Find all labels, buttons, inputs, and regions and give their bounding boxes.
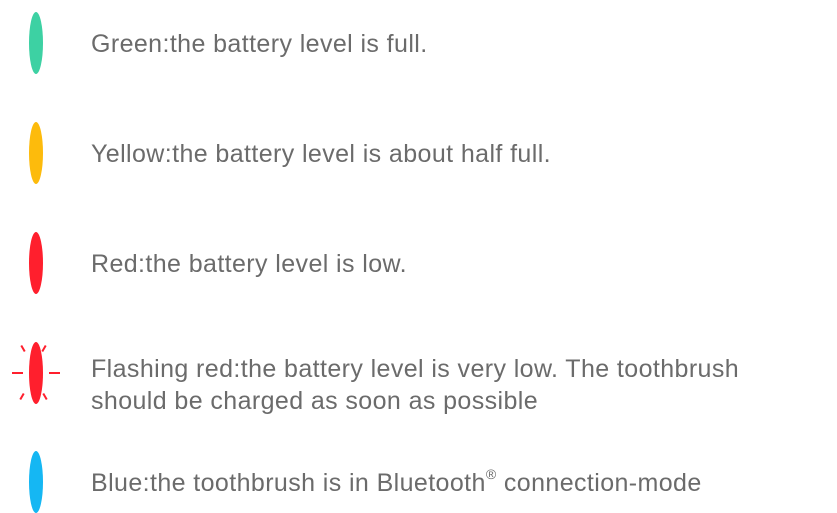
legend-item-label-text-end: connection-mode (496, 469, 702, 497)
legend-item-label-text: Blue:the toothbrush is in Bluetooth (91, 469, 486, 497)
green-led-icon (29, 12, 43, 74)
blue-led-icon (29, 451, 43, 513)
legend-item-label: Yellow:the battery level is about half f… (91, 140, 551, 168)
legend-item-label: Blue:the toothbrush is in Bluetooth® con… (91, 467, 702, 499)
yellow-led-icon (29, 122, 43, 184)
legend-item-label-line2: should be charged as soon as possible (91, 387, 539, 415)
legend-item-label: Green:the battery level is full. (91, 30, 428, 58)
registered-mark: ® (485, 465, 497, 482)
legend-item-label-line1: Flashing red:the battery level is very l… (91, 355, 740, 383)
battery-indicator-legend: Green:the battery level is full. Yellow:… (0, 0, 837, 513)
red-led-icon (29, 232, 43, 294)
legend-item-label: Red:the battery level is low. (91, 250, 407, 278)
